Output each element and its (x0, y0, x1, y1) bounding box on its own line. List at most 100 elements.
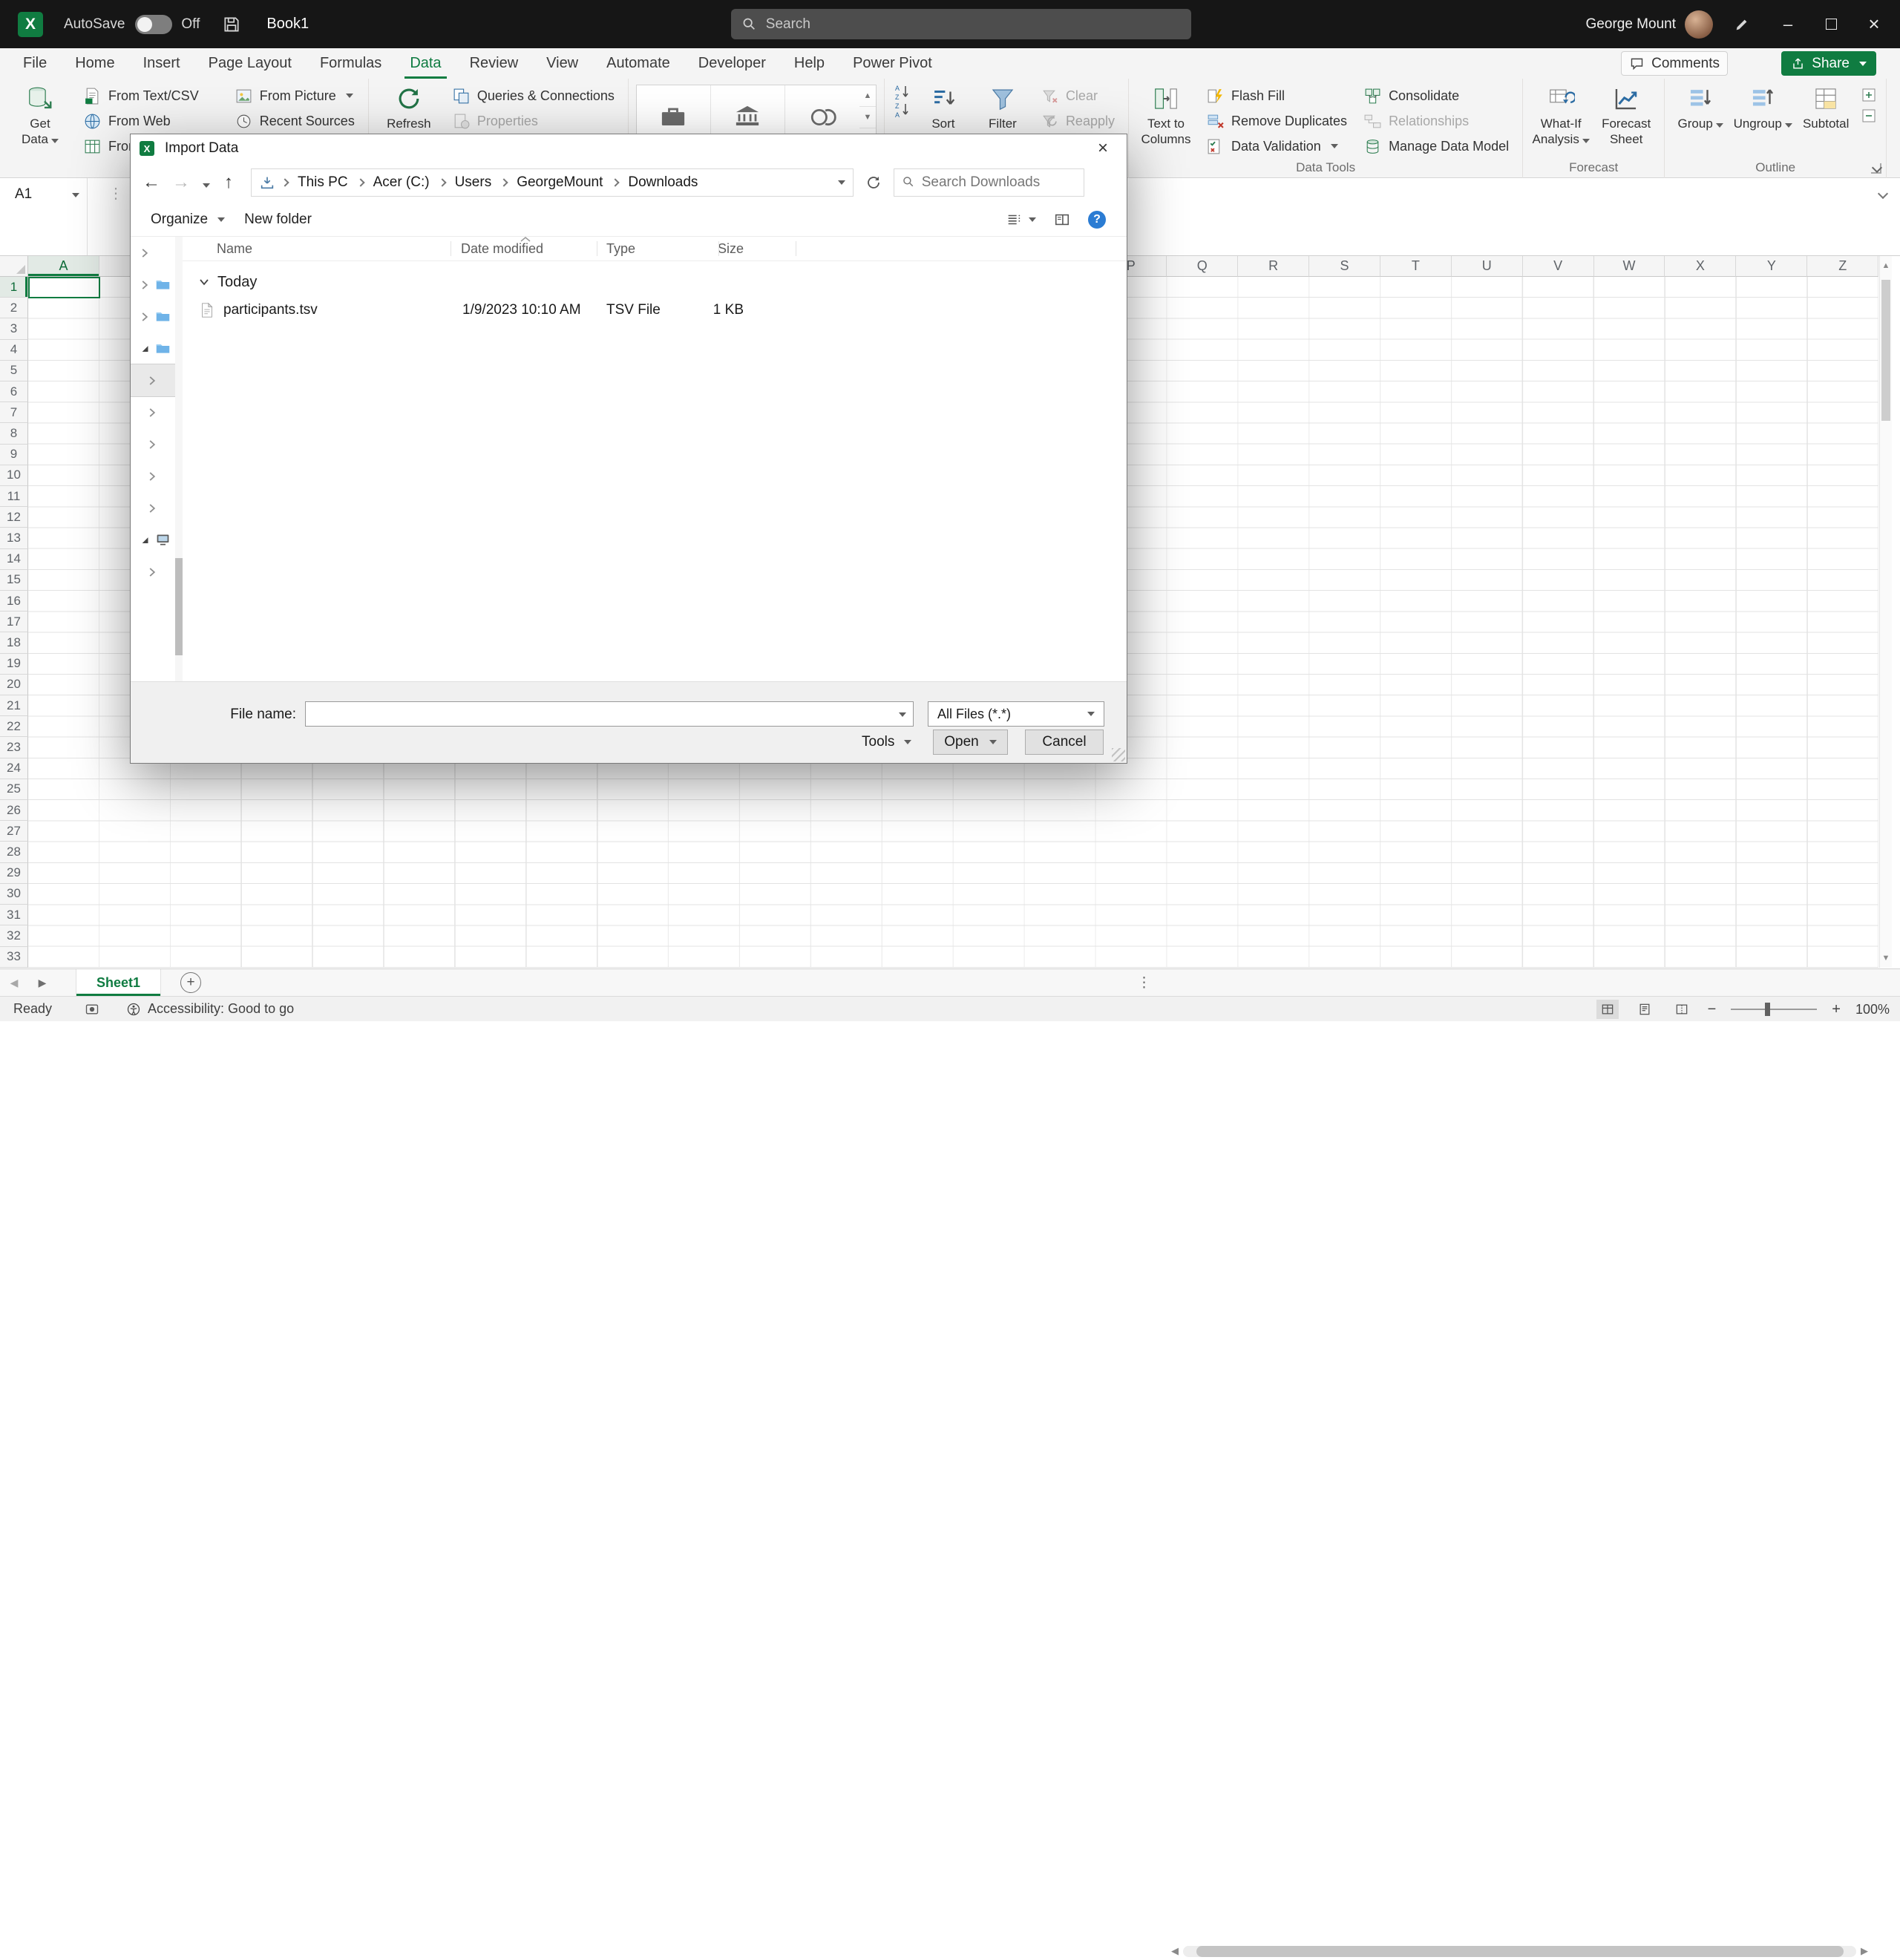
row-header-4[interactable]: 4 (0, 340, 28, 361)
row-header-15[interactable]: 15 (0, 570, 28, 591)
row-header-3[interactable]: 3 (0, 318, 28, 339)
data-validation-button[interactable]: Data Validation (1200, 134, 1353, 159)
column-header-R[interactable]: R (1238, 256, 1309, 277)
get-data-button[interactable]: Get Data (7, 83, 73, 160)
row-header-8[interactable]: 8 (0, 423, 28, 444)
user-name[interactable]: George Mount (1586, 0, 1676, 48)
tab-power-pivot[interactable]: Power Pivot (839, 48, 946, 79)
scroll-down-icon[interactable]: ▼ (1880, 948, 1892, 968)
row-header-18[interactable]: 18 (0, 632, 28, 653)
tab-data[interactable]: Data (396, 48, 455, 79)
row-header-32[interactable]: 32 (0, 925, 28, 946)
column-header-T[interactable]: T (1380, 256, 1452, 277)
gallery-up-icon[interactable]: ▲ (859, 85, 876, 107)
preview-pane-button[interactable] (1054, 212, 1070, 228)
scroll-up-icon[interactable]: ▲ (1880, 256, 1892, 275)
row-header-11[interactable]: 11 (0, 486, 28, 507)
close-button[interactable]: × (1854, 0, 1894, 48)
pen-icon[interactable] (1722, 0, 1762, 48)
up-button[interactable]: ↑ (217, 172, 240, 193)
row-header-30[interactable]: 30 (0, 884, 28, 905)
row-header-2[interactable]: 2 (0, 298, 28, 318)
dialog-search-box[interactable] (894, 168, 1084, 197)
chevron-down-icon[interactable] (138, 534, 151, 547)
file-name-input[interactable] (306, 702, 888, 726)
sort-az-button[interactable]: AZ (892, 83, 911, 101)
sheet-tab-sheet1[interactable]: Sheet1 (76, 969, 161, 996)
tab-bar-more-icon[interactable]: ⋮ (1137, 974, 1151, 992)
group-header-today[interactable]: Today (183, 271, 257, 293)
tab-page-layout[interactable]: Page Layout (194, 48, 306, 79)
prev-sheet-button[interactable]: ◀ (0, 977, 28, 989)
recent-locations-button[interactable] (199, 172, 211, 193)
data-analysis-button[interactable]: Data Analysis (1894, 83, 1900, 108)
save-icon[interactable] (222, 15, 241, 34)
column-header-X[interactable]: X (1665, 256, 1736, 277)
chevron-right-icon[interactable] (145, 438, 159, 451)
consolidate-button[interactable]: Consolidate (1357, 83, 1515, 108)
add-sheet-button[interactable]: + (180, 972, 201, 993)
cancel-button[interactable]: Cancel (1025, 730, 1104, 755)
row-header-10[interactable]: 10 (0, 465, 28, 486)
horizontal-scrollbar[interactable]: ◀ ▶ (1167, 1942, 1873, 1960)
row-header-25[interactable]: 25 (0, 779, 28, 800)
next-sheet-button[interactable]: ▶ (28, 977, 56, 989)
forecast-sheet-button[interactable]: Forecast Sheet (1596, 83, 1657, 160)
file-name-combo[interactable] (305, 701, 914, 727)
chevron-down-icon[interactable] (138, 342, 151, 355)
row-header-16[interactable]: 16 (0, 591, 28, 612)
macro-record-icon[interactable] (85, 1002, 99, 1017)
tree-scroll-thumb[interactable] (175, 558, 183, 655)
row-header-7[interactable]: 7 (0, 402, 28, 423)
resize-grip[interactable] (1112, 748, 1125, 761)
row-header-13[interactable]: 13 (0, 528, 28, 548)
search-box[interactable] (731, 9, 1191, 39)
ungroup-button[interactable]: Ungroup (1733, 83, 1792, 160)
maximize-button[interactable] (1811, 0, 1851, 48)
row-header-12[interactable]: 12 (0, 507, 28, 528)
tree-scrollbar[interactable] (175, 237, 183, 681)
vertical-scroll-thumb[interactable] (1881, 280, 1890, 421)
column-header-Z[interactable]: Z (1807, 256, 1878, 277)
column-header-W[interactable]: W (1594, 256, 1665, 277)
column-date-modified[interactable]: Date modified (461, 241, 543, 257)
from-picture-button[interactable]: From Picture (229, 83, 361, 108)
minimize-button[interactable]: – (1768, 0, 1808, 48)
accessibility-status[interactable]: Accessibility: Good to go (126, 1001, 294, 1017)
row-header-9[interactable]: 9 (0, 445, 28, 465)
row-header-14[interactable]: 14 (0, 549, 28, 570)
tab-home[interactable]: Home (61, 48, 128, 79)
organize-button[interactable]: Organize (141, 203, 235, 236)
tab-insert[interactable]: Insert (129, 48, 194, 79)
solver-button[interactable]: Solver (1894, 108, 1900, 134)
breadcrumb-this-pc[interactable]: This PC (292, 174, 354, 191)
dialog-title-bar[interactable]: X Import Data × (131, 134, 1127, 163)
row-header-23[interactable]: 23 (0, 737, 28, 758)
chevron-right-icon[interactable] (145, 470, 159, 483)
scroll-left-icon[interactable]: ◀ (1167, 1945, 1183, 1957)
breadcrumb-drive[interactable]: Acer (C:) (367, 174, 436, 191)
group-button[interactable]: Group (1672, 83, 1729, 160)
row-header-22[interactable]: 22 (0, 716, 28, 737)
gallery-down-icon[interactable]: ▼ (859, 107, 876, 128)
row-header-28[interactable]: 28 (0, 842, 28, 862)
column-header-U[interactable]: U (1452, 256, 1523, 277)
chevron-right-icon[interactable] (145, 374, 159, 387)
chevron-right-icon[interactable] (138, 310, 151, 324)
hide-detail-button[interactable] (1859, 107, 1878, 125)
column-header-Y[interactable]: Y (1736, 256, 1807, 277)
tab-automate[interactable]: Automate (592, 48, 684, 79)
open-button[interactable]: Open (933, 730, 1008, 755)
column-size[interactable]: Size (702, 241, 744, 257)
zoom-level[interactable]: 100% (1855, 1002, 1890, 1017)
tab-file[interactable]: File (9, 48, 61, 79)
dialog-search-input[interactable] (922, 174, 1076, 191)
zoom-slider-thumb[interactable] (1765, 1003, 1770, 1016)
tools-button[interactable]: Tools (862, 730, 911, 755)
subtotal-button[interactable]: Subtotal (1797, 83, 1855, 160)
chevron-right-icon[interactable] (138, 246, 151, 260)
show-detail-button[interactable] (1859, 86, 1878, 104)
selected-cell-a1[interactable] (28, 277, 100, 298)
address-bar[interactable]: This PC Acer (C:) Users GeorgeMount Down… (251, 168, 854, 197)
chevron-right-icon[interactable] (145, 406, 159, 419)
